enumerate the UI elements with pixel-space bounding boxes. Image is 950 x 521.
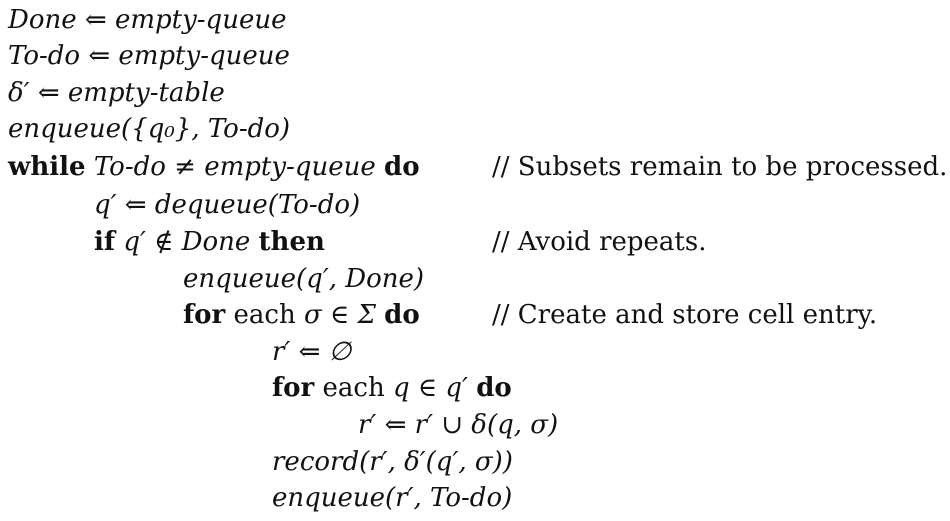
code-line-9: for each σ ∈ Σ do — [183, 300, 420, 330]
algorithm-listing: Done ⇐ empty-queue To-do ⇐ empty-queue δ… — [0, 0, 950, 521]
code-line-2: To-do ⇐ empty-queue — [8, 41, 290, 71]
code-line-7: if q′ ∉ Done then — [94, 227, 325, 257]
keyword-then: then — [258, 227, 325, 257]
keyword-do: do — [384, 300, 420, 330]
code-line-1: Done ⇐ empty-queue — [8, 5, 287, 35]
code-line-10: r′ ⇐ ∅ — [272, 337, 352, 367]
comment-create-store: // Create and store cell entry. — [492, 300, 878, 330]
code-line-4: enqueue({q₀}, To-do) — [8, 114, 291, 144]
code-line-8: enqueue(q′, Done) — [183, 264, 425, 294]
code-line-6: q′ ⇐ dequeue(To-do) — [94, 190, 361, 220]
code-line-14: enqueue(r′, To-do) — [272, 483, 513, 513]
comment-subsets: // Subsets remain to be processed. — [492, 152, 948, 182]
keyword-if: if — [94, 227, 116, 257]
comment-avoid-repeats: // Avoid repeats. — [492, 227, 707, 257]
keyword-for: for — [272, 373, 315, 403]
code-line-13: record(r′, δ′(q′, σ)) — [272, 447, 513, 477]
keyword-do: do — [384, 152, 420, 182]
keyword-while: while — [8, 152, 86, 182]
code-line-11: for each q ∈ q′ do — [272, 373, 512, 403]
code-line-5: while To-do ≠ empty-queue do — [8, 152, 420, 182]
keyword-do: do — [476, 373, 512, 403]
keyword-for: for — [183, 300, 226, 330]
code-line-3: δ′ ⇐ empty-table — [8, 78, 225, 108]
code-line-12: r′ ⇐ r′ ∪ δ(q, σ) — [358, 410, 559, 440]
